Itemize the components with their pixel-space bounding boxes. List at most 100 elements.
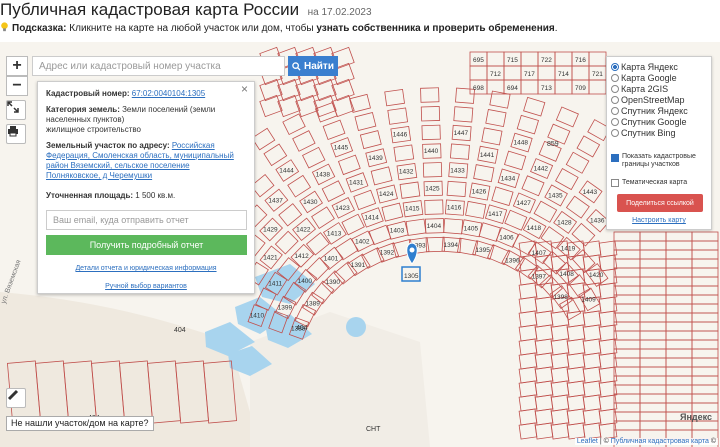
ruler-icon — [7, 389, 19, 401]
zoom-out-button[interactable]: − — [6, 76, 28, 96]
parcel-number: 1432 — [399, 169, 414, 176]
parcel — [588, 79, 607, 95]
parcel-number: 1402 — [355, 238, 370, 245]
parcel — [554, 51, 573, 67]
get-report-button[interactable]: Получить подробный отчет — [46, 235, 247, 255]
report-details-link[interactable]: Детали отчета и юридическая информация — [38, 264, 254, 274]
parcel — [639, 285, 667, 296]
parcel — [504, 150, 527, 171]
parcel — [399, 181, 421, 199]
parcel — [582, 324, 602, 342]
parcel — [613, 249, 641, 260]
parcel-number: 1444 — [279, 168, 294, 175]
parcel-number: 1406 — [499, 234, 514, 241]
parcel-number: 1395 — [475, 247, 490, 254]
parcel — [582, 366, 602, 384]
parcel — [473, 164, 495, 183]
search-input[interactable] — [32, 56, 285, 76]
parcel — [518, 352, 538, 370]
parcel — [337, 154, 361, 176]
parcel — [639, 420, 667, 431]
parcel — [665, 348, 693, 359]
parcel — [691, 321, 719, 332]
parcel — [322, 119, 346, 141]
parcel-number: 1428 — [557, 219, 572, 226]
cadastral-number-link[interactable]: 67:02:0040104:1305 — [132, 89, 205, 98]
parcel — [302, 146, 326, 169]
fullscreen-button[interactable] — [6, 100, 26, 120]
parcel — [665, 357, 693, 368]
parcel — [571, 65, 590, 81]
parcel — [518, 380, 538, 398]
parcel — [292, 130, 316, 152]
parcel — [349, 93, 371, 113]
parcel — [639, 267, 667, 278]
parcel — [485, 109, 507, 128]
setup-map-link[interactable]: Настроить карту — [607, 217, 711, 224]
parcel — [566, 394, 586, 412]
layer-option[interactable]: Карта Яндекс — [611, 61, 678, 72]
parcel — [566, 324, 586, 342]
parcel — [503, 65, 522, 81]
parcel-number: 1435 — [548, 192, 563, 199]
parcel-number: 698 — [473, 85, 484, 92]
parcel — [486, 51, 505, 67]
parcel-number: 1437 — [268, 197, 283, 204]
parcel-number: 715 — [507, 57, 518, 64]
parcel-number: 1404 — [427, 223, 442, 230]
thematic-map-toggle[interactable]: Тематическая карта — [611, 177, 687, 188]
layer-option[interactable]: Спутник Яндекс — [611, 105, 688, 116]
parcel-number: 1405 — [464, 225, 479, 232]
parcel — [665, 420, 693, 431]
search-icon — [292, 61, 301, 71]
search-button[interactable]: Найти — [288, 56, 338, 76]
layer-option[interactable]: Карта Google — [611, 72, 677, 83]
zoom-in-button[interactable]: + — [6, 56, 28, 76]
layer-option[interactable]: Спутник Bing — [611, 127, 675, 138]
parcel — [691, 348, 719, 359]
parcel — [613, 285, 641, 296]
layer-option[interactable]: OpenStreetMap — [611, 94, 685, 105]
parcel — [691, 420, 719, 431]
email-field[interactable] — [46, 210, 247, 230]
print-button[interactable] — [6, 124, 26, 144]
radio-icon — [611, 95, 619, 104]
parcel — [381, 202, 404, 222]
parcel — [282, 113, 306, 136]
share-link-button[interactable]: Поделиться ссылкой — [617, 194, 703, 212]
parcel — [582, 352, 602, 370]
parcel — [691, 366, 719, 377]
parcel — [550, 338, 570, 356]
parcel — [550, 366, 570, 384]
location-marker-icon[interactable] — [406, 242, 418, 265]
not-found-button[interactable]: Не нашли участок/дом на карте? — [6, 416, 154, 431]
radio-icon — [611, 106, 619, 115]
parcel — [613, 231, 641, 242]
parcel-number: 1413 — [327, 230, 342, 237]
parcel-number: 1394 — [444, 242, 459, 249]
radio-icon — [611, 117, 619, 126]
page-date: на 17.02.2023 — [307, 7, 372, 18]
parcel-number: 722 — [541, 57, 552, 64]
parcel-number: 1443 — [583, 189, 598, 196]
measure-button[interactable] — [6, 388, 26, 408]
checkbox-icon — [611, 154, 619, 162]
hint-bar: Подсказка: Кликните на карте на любой уч… — [0, 22, 558, 38]
parcel — [639, 402, 667, 413]
radio-icon — [611, 62, 619, 71]
parcel-number: 1417 — [488, 211, 503, 218]
layer-option[interactable]: Карта 2GIS — [611, 83, 668, 94]
show-borders-toggle[interactable]: Показать кадастровые границы участков — [611, 153, 709, 168]
parcel — [691, 240, 719, 251]
map-attribution: Leaflet | © Публичная кадастровая карта … — [574, 438, 718, 445]
parcel — [550, 394, 570, 412]
parcel — [567, 274, 591, 299]
layer-option[interactable]: Спутник Google — [611, 116, 686, 127]
parcel-number: 1423 — [335, 205, 350, 212]
land-use: жилищное строительство — [46, 125, 141, 134]
parcel — [550, 422, 570, 440]
parcel — [665, 249, 693, 260]
manual-selection-link[interactable]: Ручной выбор вариантов — [38, 282, 254, 292]
parcel — [565, 151, 590, 174]
parcel — [481, 127, 503, 146]
